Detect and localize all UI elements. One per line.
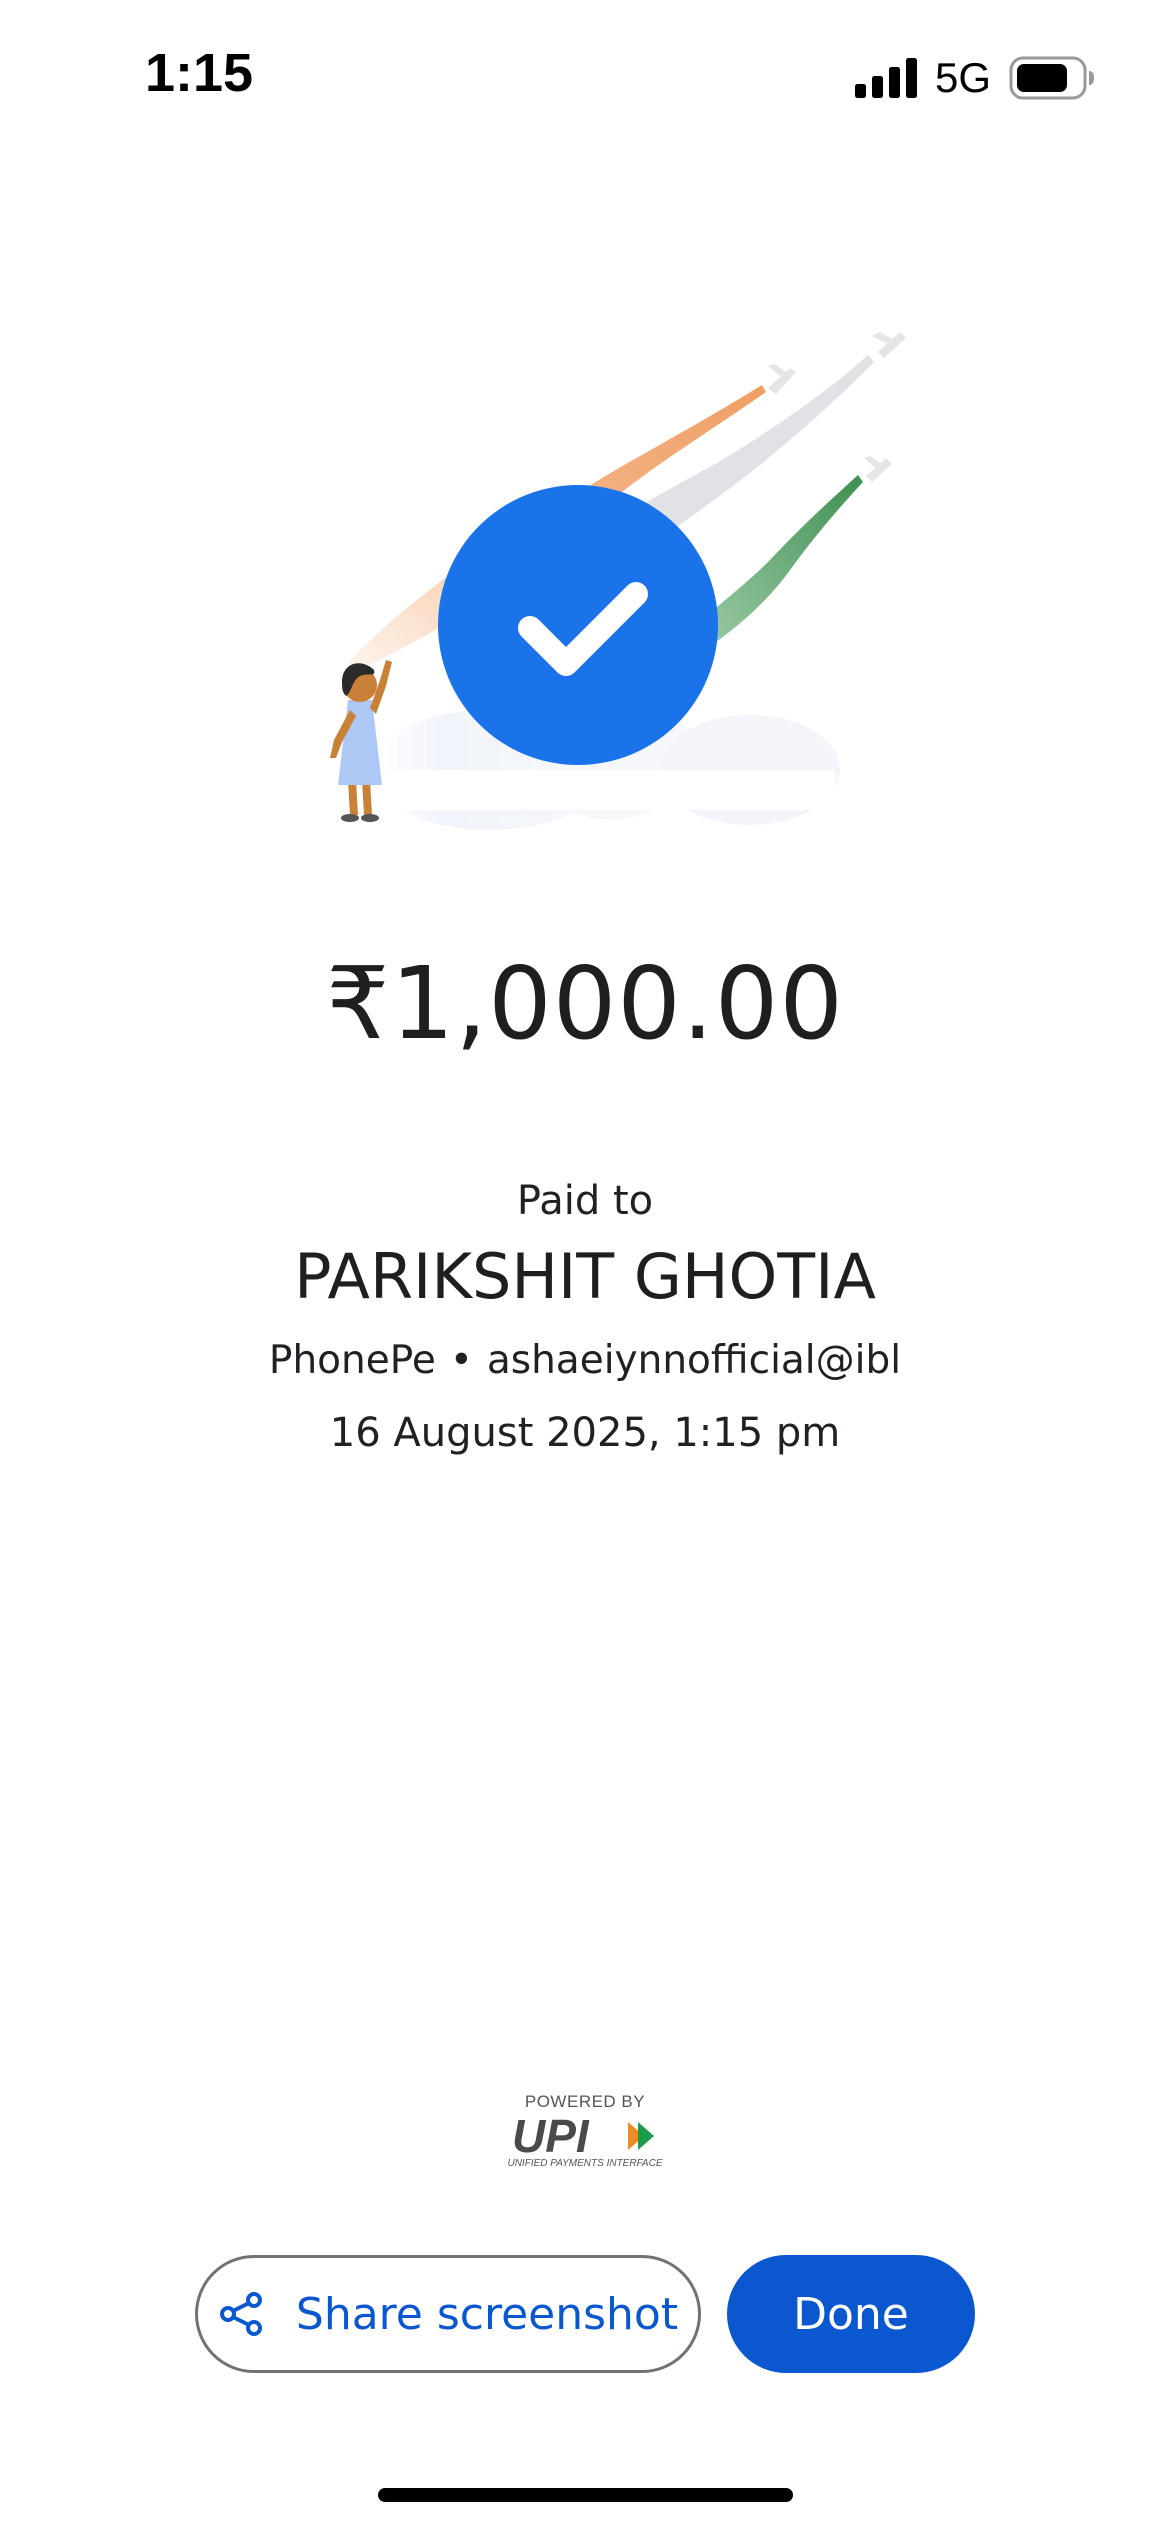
success-illustration xyxy=(290,330,930,840)
upi-subtitle: UNIFIED PAYMENTS INTERFACE xyxy=(507,2158,663,2169)
network-type: 5G xyxy=(935,54,992,101)
upi-logo: POWERED BY UPI UNIFIED PAYMENTS INTERFAC… xyxy=(505,2092,665,2174)
payee-name: PARIKSHIT GHOTIA xyxy=(294,1240,876,1313)
payee-details: PhonePe • ashaeiynnofficial@ibl xyxy=(0,1338,1170,1383)
upi-mark-icon: UPI xyxy=(512,2114,654,2158)
upi-powered-by: POWERED BY xyxy=(524,2092,646,2111)
payee-upi-id: ashaeiynnofficial@ibl xyxy=(486,1338,902,1383)
status-bar: 1:15 5G xyxy=(0,0,1170,150)
paid-to-label: Paid to xyxy=(516,1178,654,1224)
status-time: 1:15 xyxy=(145,43,254,103)
done-button[interactable]: Done xyxy=(727,2255,975,2373)
home-indicator[interactable] xyxy=(378,2488,793,2502)
signal-bars-icon xyxy=(855,58,917,98)
upi-mark-text: UPI xyxy=(512,2114,590,2158)
done-label: Done xyxy=(793,2288,909,2340)
payment-success-checkmark-icon xyxy=(330,332,906,830)
battery-icon xyxy=(1009,56,1095,100)
separator-dot: • xyxy=(449,1338,473,1383)
share-icon xyxy=(219,2292,262,2336)
status-indicators: 5G xyxy=(855,56,1095,100)
payment-amount: ₹1,000.00 xyxy=(326,945,844,1062)
share-screenshot-label: Share screenshot xyxy=(295,2288,679,2340)
payee-app: PhonePe xyxy=(268,1338,436,1383)
transaction-datetime: 16 August 2025, 1:15 pm xyxy=(329,1410,841,1456)
share-screenshot-button[interactable]: Share screenshot xyxy=(195,2255,701,2373)
